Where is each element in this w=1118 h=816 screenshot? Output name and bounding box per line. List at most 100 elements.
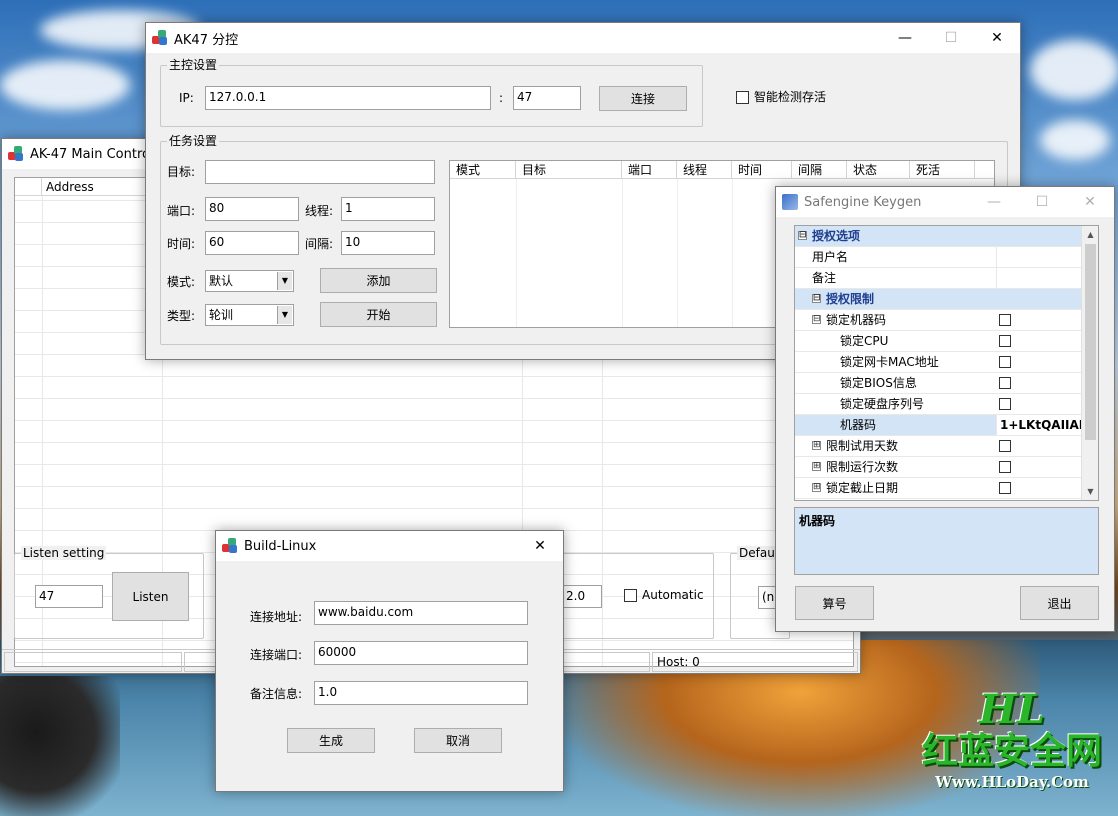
property-row-license-options[interactable]: ⊟ 授权选项 <box>795 226 1082 247</box>
lock-machine-code-checkbox[interactable] <box>999 314 1011 326</box>
license-property-grid[interactable]: ⊟ 授权选项 用户名 备注 ⊟ 授权限制 ⊟ 锁定机器码 锁定CPU 锁定网卡M… <box>794 225 1099 501</box>
type-select[interactable]: 轮训 ▼ <box>205 304 294 326</box>
maximize-icon[interactable]: ☐ <box>1018 187 1066 217</box>
collapse-icon[interactable]: ⊟ <box>798 231 807 240</box>
ak47-titlebar[interactable]: AK47 分控 — ☐ ✕ <box>146 23 1020 53</box>
start-button[interactable]: 开始 <box>320 302 437 327</box>
master-group-label: 主控设置 <box>167 58 220 72</box>
property-row-lock-machine-code[interactable]: ⊟ 锁定机器码 <box>795 310 1082 331</box>
keygen-titlebar[interactable]: Safengine Keygen — ☐ ✕ <box>776 187 1114 217</box>
trial-days-checkbox[interactable] <box>999 440 1011 452</box>
expiry-date-checkbox[interactable] <box>999 482 1011 494</box>
ip-port-separator: : <box>499 91 504 105</box>
chevron-down-icon[interactable]: ▼ <box>277 306 292 324</box>
watermark-site-name: 红蓝安全网 <box>921 730 1102 772</box>
connect-address-input[interactable]: www.baidu.com <box>314 601 528 625</box>
middle-value-input[interactable]: 2.0 <box>562 585 602 608</box>
port-label: 端口: <box>167 204 196 218</box>
cloud-decoration <box>1040 120 1110 160</box>
property-row-lock-cpu[interactable]: 锁定CPU <box>795 331 1082 352</box>
build-button[interactable]: 生成 <box>287 728 375 753</box>
column-header-target[interactable]: 目标 <box>516 161 622 179</box>
lock-mac-checkbox[interactable] <box>999 356 1011 368</box>
automatic-label: Automatic <box>642 588 704 602</box>
remark-value[interactable] <box>996 268 1082 288</box>
note-input[interactable]: 1.0 <box>314 681 528 705</box>
column-header-status[interactable]: 状态 <box>847 161 910 179</box>
close-icon[interactable]: ✕ <box>974 23 1020 53</box>
column-header-port[interactable]: 端口 <box>622 161 677 179</box>
property-name: 限制试用天数 <box>826 439 899 453</box>
cancel-button[interactable]: 取消 <box>414 728 502 753</box>
property-name: 锁定CPU <box>840 334 889 348</box>
ip-input[interactable]: 127.0.0.1 <box>205 86 491 110</box>
close-icon[interactable]: ✕ <box>517 531 563 561</box>
property-row-remark[interactable]: 备注 <box>795 268 1082 289</box>
watermark-url: Www.HLoDay.Com <box>935 773 1089 791</box>
type-select-value: 轮训 <box>209 308 234 322</box>
column-header-alive[interactable]: 死活 <box>910 161 975 179</box>
column-header-time[interactable]: 时间 <box>732 161 792 179</box>
threads-input[interactable]: 1 <box>341 197 435 221</box>
grid-header-cell[interactable] <box>15 178 42 196</box>
column-header-threads[interactable]: 线程 <box>677 161 732 179</box>
expand-icon[interactable]: ⊞ <box>812 483 821 492</box>
property-row-trial-days[interactable]: ⊞ 限制试用天数 <box>795 436 1082 457</box>
property-row-lock-bios[interactable]: 锁定BIOS信息 <box>795 373 1082 394</box>
property-row-run-count[interactable]: ⊞ 限制运行次数 <box>795 457 1082 478</box>
threads-label: 线程: <box>305 204 334 218</box>
scrollbar-thumb[interactable] <box>1085 244 1096 440</box>
property-grid-scrollbar[interactable]: ▲ ▼ <box>1081 226 1098 500</box>
property-name: 机器码 <box>840 418 877 432</box>
note-label: 备注信息: <box>250 687 303 701</box>
app-icon <box>8 146 24 162</box>
grid-header-address[interactable]: Address <box>42 178 162 196</box>
time-input[interactable]: 60 <box>205 231 299 255</box>
add-button[interactable]: 添加 <box>320 268 437 293</box>
expand-icon[interactable]: ⊞ <box>812 462 821 471</box>
task-port-input[interactable]: 80 <box>205 197 299 221</box>
connect-button[interactable]: 连接 <box>599 86 687 111</box>
machine-code-value[interactable]: 1+LKtQAIIAD <box>996 415 1082 435</box>
collapse-icon[interactable]: ⊟ <box>812 315 821 324</box>
lock-cpu-checkbox[interactable] <box>999 335 1011 347</box>
maximize-icon[interactable]: ☐ <box>928 23 974 53</box>
build-linux-titlebar[interactable]: Build-Linux ✕ <box>216 531 563 561</box>
run-count-checkbox[interactable] <box>999 461 1011 473</box>
username-value[interactable] <box>996 247 1082 267</box>
window-title: Safengine Keygen <box>804 194 922 210</box>
property-description-panel: 机器码 <box>794 507 1099 575</box>
scroll-up-icon[interactable]: ▲ <box>1082 226 1098 243</box>
target-input[interactable] <box>205 160 435 184</box>
property-row-lock-mac[interactable]: 锁定网卡MAC地址 <box>795 352 1082 373</box>
automatic-checkbox[interactable] <box>624 589 637 602</box>
collapse-icon[interactable]: ⊟ <box>812 294 821 303</box>
smart-check-checkbox[interactable] <box>736 91 749 104</box>
listen-button[interactable]: Listen <box>112 572 189 621</box>
mode-select[interactable]: 默认 ▼ <box>205 270 294 292</box>
column-header-interval[interactable]: 间隔 <box>792 161 847 179</box>
column-header-mode[interactable]: 模式 <box>450 161 516 179</box>
chevron-down-icon[interactable]: ▼ <box>277 272 292 290</box>
lock-disk-serial-checkbox[interactable] <box>999 398 1011 410</box>
property-row-username[interactable]: 用户名 <box>795 247 1082 268</box>
close-icon[interactable]: ✕ <box>1066 187 1114 217</box>
listen-port-input[interactable]: 47 <box>35 585 103 608</box>
generate-key-button[interactable]: 算号 <box>795 586 874 620</box>
property-name: 限制运行次数 <box>826 460 899 474</box>
interval-input[interactable]: 10 <box>341 231 435 255</box>
property-row-machine-code[interactable]: 机器码 1+LKtQAIIAD <box>795 415 1082 436</box>
property-row-lock-disk-serial[interactable]: 锁定硬盘序列号 <box>795 394 1082 415</box>
property-name: 授权限制 <box>826 292 875 306</box>
port-label: 连接端口: <box>250 648 303 662</box>
scroll-down-icon[interactable]: ▼ <box>1082 483 1098 500</box>
property-row-expiry-date[interactable]: ⊞ 锁定截止日期 <box>795 478 1082 499</box>
master-port-input[interactable]: 47 <box>513 86 581 110</box>
exit-button[interactable]: 退出 <box>1020 586 1099 620</box>
minimize-icon[interactable]: — <box>970 187 1018 217</box>
lock-bios-checkbox[interactable] <box>999 377 1011 389</box>
expand-icon[interactable]: ⊞ <box>812 441 821 450</box>
minimize-icon[interactable]: — <box>882 23 928 53</box>
connect-port-input[interactable]: 60000 <box>314 641 528 665</box>
property-row-license-limits[interactable]: ⊟ 授权限制 <box>795 289 1082 310</box>
